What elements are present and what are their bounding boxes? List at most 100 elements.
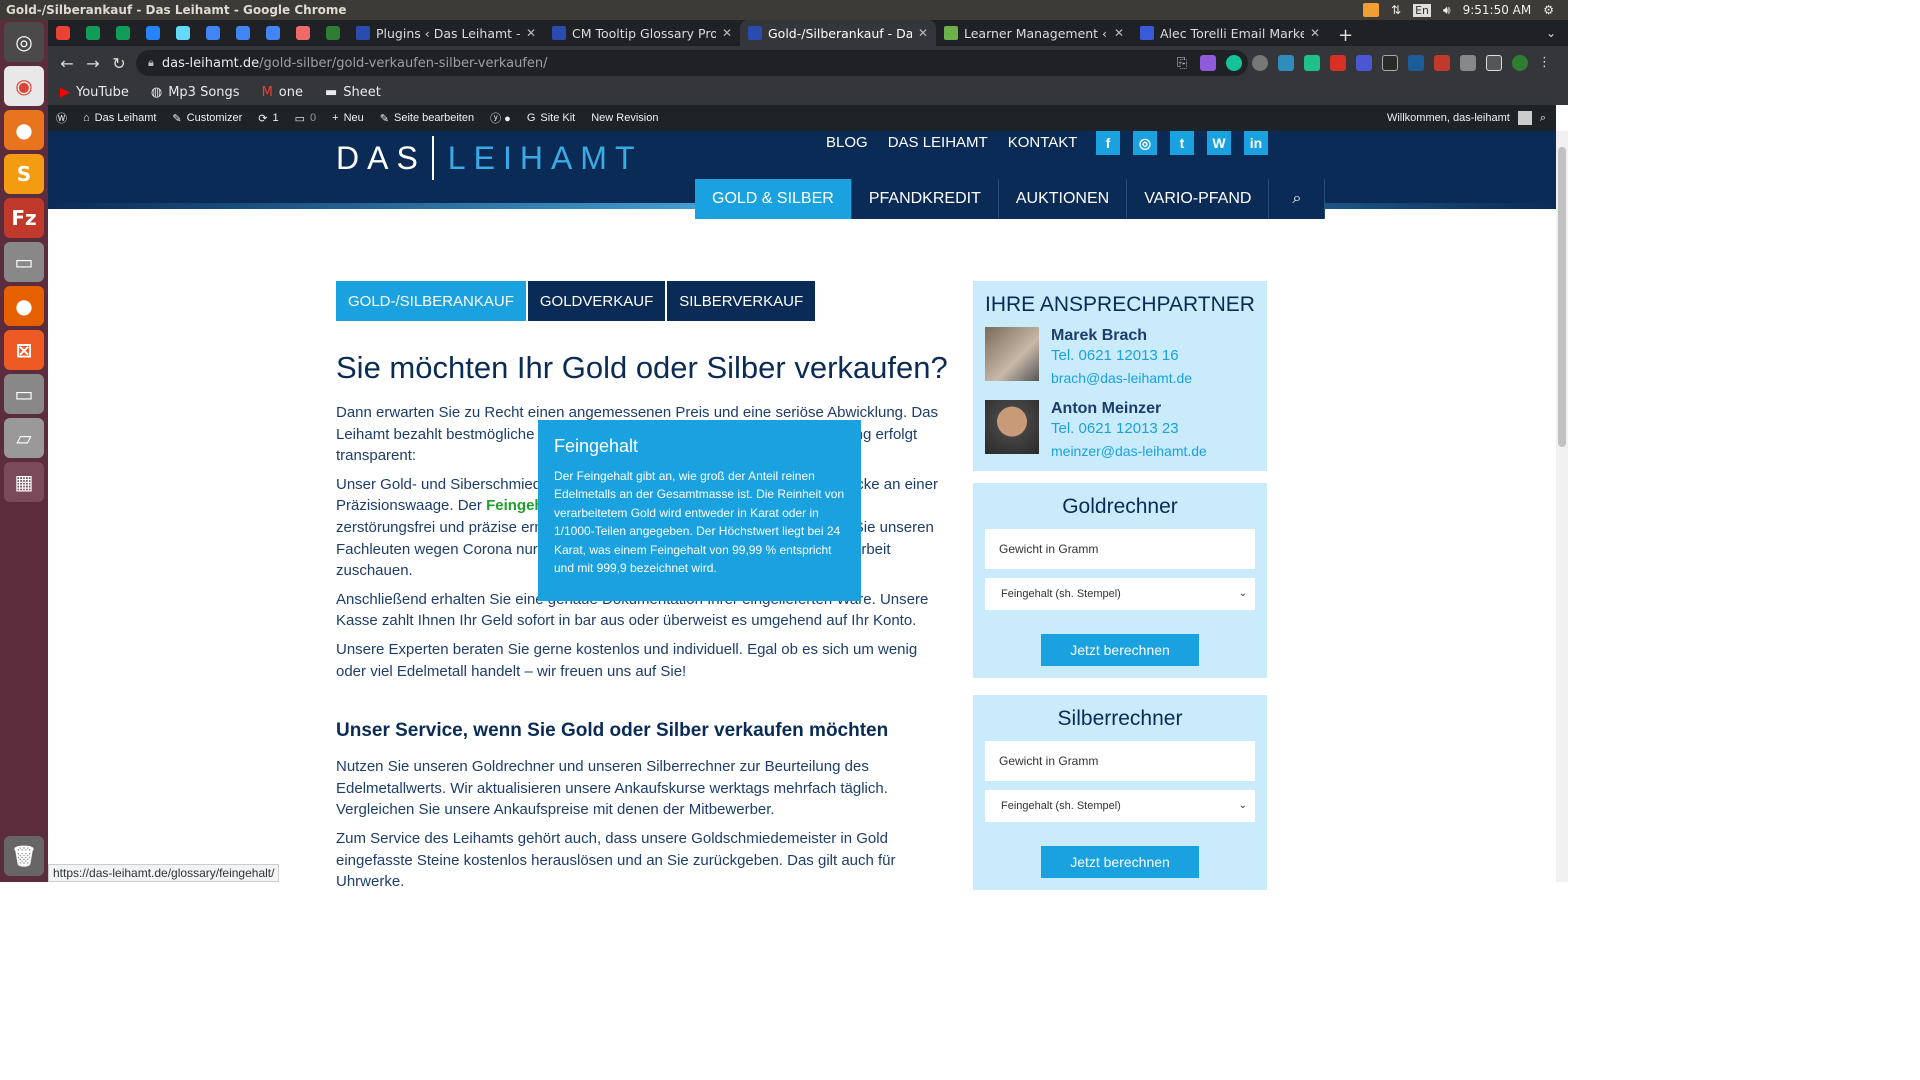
contact-phone[interactable]: Tel. 0621 12013 16 (1051, 347, 1192, 364)
extension-mail-icon[interactable] (1330, 55, 1346, 71)
search-icon[interactable]: ⌕ (1540, 112, 1546, 125)
site-search-icon[interactable]: ⌕ (1269, 179, 1326, 219)
wp-new[interactable]: + Neu (324, 105, 372, 131)
files-icon[interactable]: ▭ (4, 242, 44, 282)
pinned-tab-asana[interactable] (288, 20, 318, 46)
wp-updates[interactable]: ⟳ 1 (250, 105, 286, 131)
bookmark-sheet[interactable]: ▬ Sheet (325, 85, 381, 100)
user-avatar[interactable] (1517, 111, 1532, 125)
close-icon[interactable]: ✕ (918, 26, 928, 40)
wp-logo-icon[interactable]: Ⓦ (48, 105, 75, 131)
power-icon[interactable]: ⚙ (1543, 3, 1554, 17)
pinned-tab-sheets-1[interactable] (78, 20, 108, 46)
firefox-icon[interactable]: ● (4, 286, 44, 326)
keyboard-layout[interactable]: En (1413, 3, 1432, 17)
wp-customizer[interactable]: ✎ Customizer (164, 105, 250, 131)
bookmark-youtube[interactable]: ▶ YouTube (60, 85, 129, 100)
silver-weight-input[interactable]: Gewicht in Gramm (985, 741, 1255, 781)
close-icon[interactable]: ✕ (722, 26, 732, 40)
site-logo[interactable]: DAS LEIHAMT (336, 136, 642, 180)
notification-icon[interactable] (1363, 3, 1380, 17)
extension-a-icon[interactable] (1304, 55, 1320, 71)
nav-auktionen[interactable]: AUKTIONEN (999, 179, 1128, 219)
trash-icon[interactable]: 🗑︎ (4, 836, 44, 876)
tab-goldverkauf[interactable]: GOLDVERKAUF (527, 281, 666, 321)
sublime-icon[interactable]: S (4, 154, 44, 194)
instagram-icon[interactable]: ◎ (1133, 131, 1157, 155)
extension-hat-icon[interactable] (1356, 55, 1372, 71)
bookmark-one[interactable]: Mone (262, 85, 303, 100)
tab-gold-silberankauf-page[interactable]: GOLD-/SILBERANKAUF (336, 281, 526, 321)
filezilla-icon[interactable]: Fz (4, 198, 44, 238)
facebook-icon[interactable]: f (1096, 131, 1120, 155)
side-panel-icon[interactable] (1486, 55, 1502, 71)
contact-email[interactable]: brach@das-leihamt.de (1051, 370, 1192, 386)
nav-kontakt[interactable]: KONTAKT (1008, 134, 1078, 151)
tab-tooltip-glossary[interactable]: CM Tooltip Glossary Pro ✕ (544, 20, 740, 46)
wp-new-revision[interactable]: New Revision (583, 105, 666, 131)
pinned-tab-sheets-2[interactable] (108, 20, 138, 46)
extension-globe-icon[interactable] (1252, 55, 1268, 71)
close-icon[interactable]: ✕ (1310, 26, 1320, 40)
nav-gold-silber[interactable]: GOLD & SILBER (695, 179, 852, 219)
close-icon[interactable]: ✕ (526, 26, 536, 40)
extensions-puzzle-icon[interactable] (1460, 55, 1476, 71)
firefox-dev-icon[interactable]: ● (4, 110, 44, 150)
tab-search-icon[interactable]: ⌄ (1546, 26, 1556, 40)
tab-plugins[interactable]: Plugins ‹ Das Leihamt — W✕ (348, 20, 544, 46)
pinned-tab-g2[interactable] (228, 20, 258, 46)
translate-icon[interactable]: ⎘ (1177, 56, 1187, 71)
tab-email-marketing[interactable]: Alec Torelli Email Marketi ✕ (1132, 20, 1328, 46)
wp-site-kit[interactable]: G Site Kit (519, 105, 583, 131)
extension-n-icon[interactable] (1278, 55, 1294, 71)
extension-box-icon[interactable] (1382, 55, 1398, 71)
pinned-tab-react[interactable] (168, 20, 198, 46)
gold-fineness-select[interactable]: Feingehalt (sh. Stempel) ⌄ (985, 578, 1255, 610)
forward-icon[interactable]: → (80, 54, 106, 73)
nav-blog[interactable]: BLOG (826, 134, 868, 151)
gold-weight-input[interactable]: Gewicht in Gramm (985, 529, 1255, 569)
wp-edit-page[interactable]: ✎ Seite bearbeiten (372, 105, 482, 131)
new-tab-button[interactable]: + (1328, 25, 1363, 46)
tab-learner-management[interactable]: Learner Management ‹ Co✕ (936, 20, 1132, 46)
gold-calculate-button[interactable]: Jetzt berechnen (1041, 634, 1199, 666)
reload-icon[interactable]: ↻ (106, 54, 132, 73)
extension-flag-icon[interactable] (1434, 55, 1450, 71)
contact-phone[interactable]: Tel. 0621 12013 23 (1051, 420, 1207, 437)
tab-gold-silberankauf[interactable]: Gold-/Silberankauf - Das L✕ (740, 20, 936, 46)
ubuntu-dash-icon[interactable]: ◎ (4, 22, 44, 62)
address-bar[interactable]: 🔒︎ das-leihamt.de/gold-silber/gold-verka… (136, 50, 1248, 76)
files-2-icon[interactable]: ▭ (4, 374, 44, 414)
workspace-icon[interactable]: ▦ (4, 462, 44, 502)
nav-vario-pfand[interactable]: VARIO-PFAND (1127, 179, 1270, 219)
silver-fineness-select[interactable]: Feingehalt (sh. Stempel) ⌄ (985, 790, 1255, 822)
wp-comments[interactable]: ▭ 0 (287, 105, 325, 131)
nav-pfandkredit[interactable]: PFANDKREDIT (852, 179, 999, 219)
chrome-icon[interactable]: ◉ (4, 66, 44, 106)
silver-calculate-button[interactable]: Jetzt berechnen (1041, 846, 1199, 878)
pinned-tab-gmail[interactable] (48, 20, 78, 46)
wikipedia-icon[interactable]: W (1207, 131, 1231, 155)
page-scrollbar[interactable] (1556, 131, 1568, 882)
extension-app-icon[interactable] (1408, 55, 1424, 71)
wp-site-name[interactable]: ⌂ Das Leihamt (75, 105, 164, 131)
menu-kebab-icon[interactable]: ⋮ (1538, 55, 1551, 71)
clock[interactable]: 9:51:50 AM (1463, 3, 1532, 17)
close-icon[interactable]: ✕ (1114, 26, 1124, 40)
yoast-icon[interactable]: ⓨ ● (482, 105, 519, 131)
linkedin-icon[interactable]: in (1244, 131, 1268, 155)
scrollbar-thumb[interactable] (1558, 147, 1566, 447)
lock-icon[interactable]: 🔒︎ (148, 56, 154, 70)
grammarly-icon[interactable] (1226, 55, 1242, 71)
drive-icon[interactable]: ▱ (4, 418, 44, 458)
wp-welcome[interactable]: Willkommen, das-leihamt (1387, 112, 1510, 124)
contact-email[interactable]: meinzer@das-leihamt.de (1051, 443, 1207, 459)
twitter-icon[interactable]: t (1170, 131, 1194, 155)
pinned-tab-w[interactable] (318, 20, 348, 46)
xampp-icon[interactable]: ⊠ (4, 330, 44, 370)
back-icon[interactable]: ← (54, 54, 80, 73)
network-icon[interactable]: ⇅ (1391, 3, 1401, 17)
extension-pen-icon[interactable] (1200, 55, 1216, 71)
profile-avatar[interactable] (1512, 55, 1528, 71)
bookmark-mp3-songs[interactable]: ◍ Mp3 Songs (151, 85, 240, 100)
